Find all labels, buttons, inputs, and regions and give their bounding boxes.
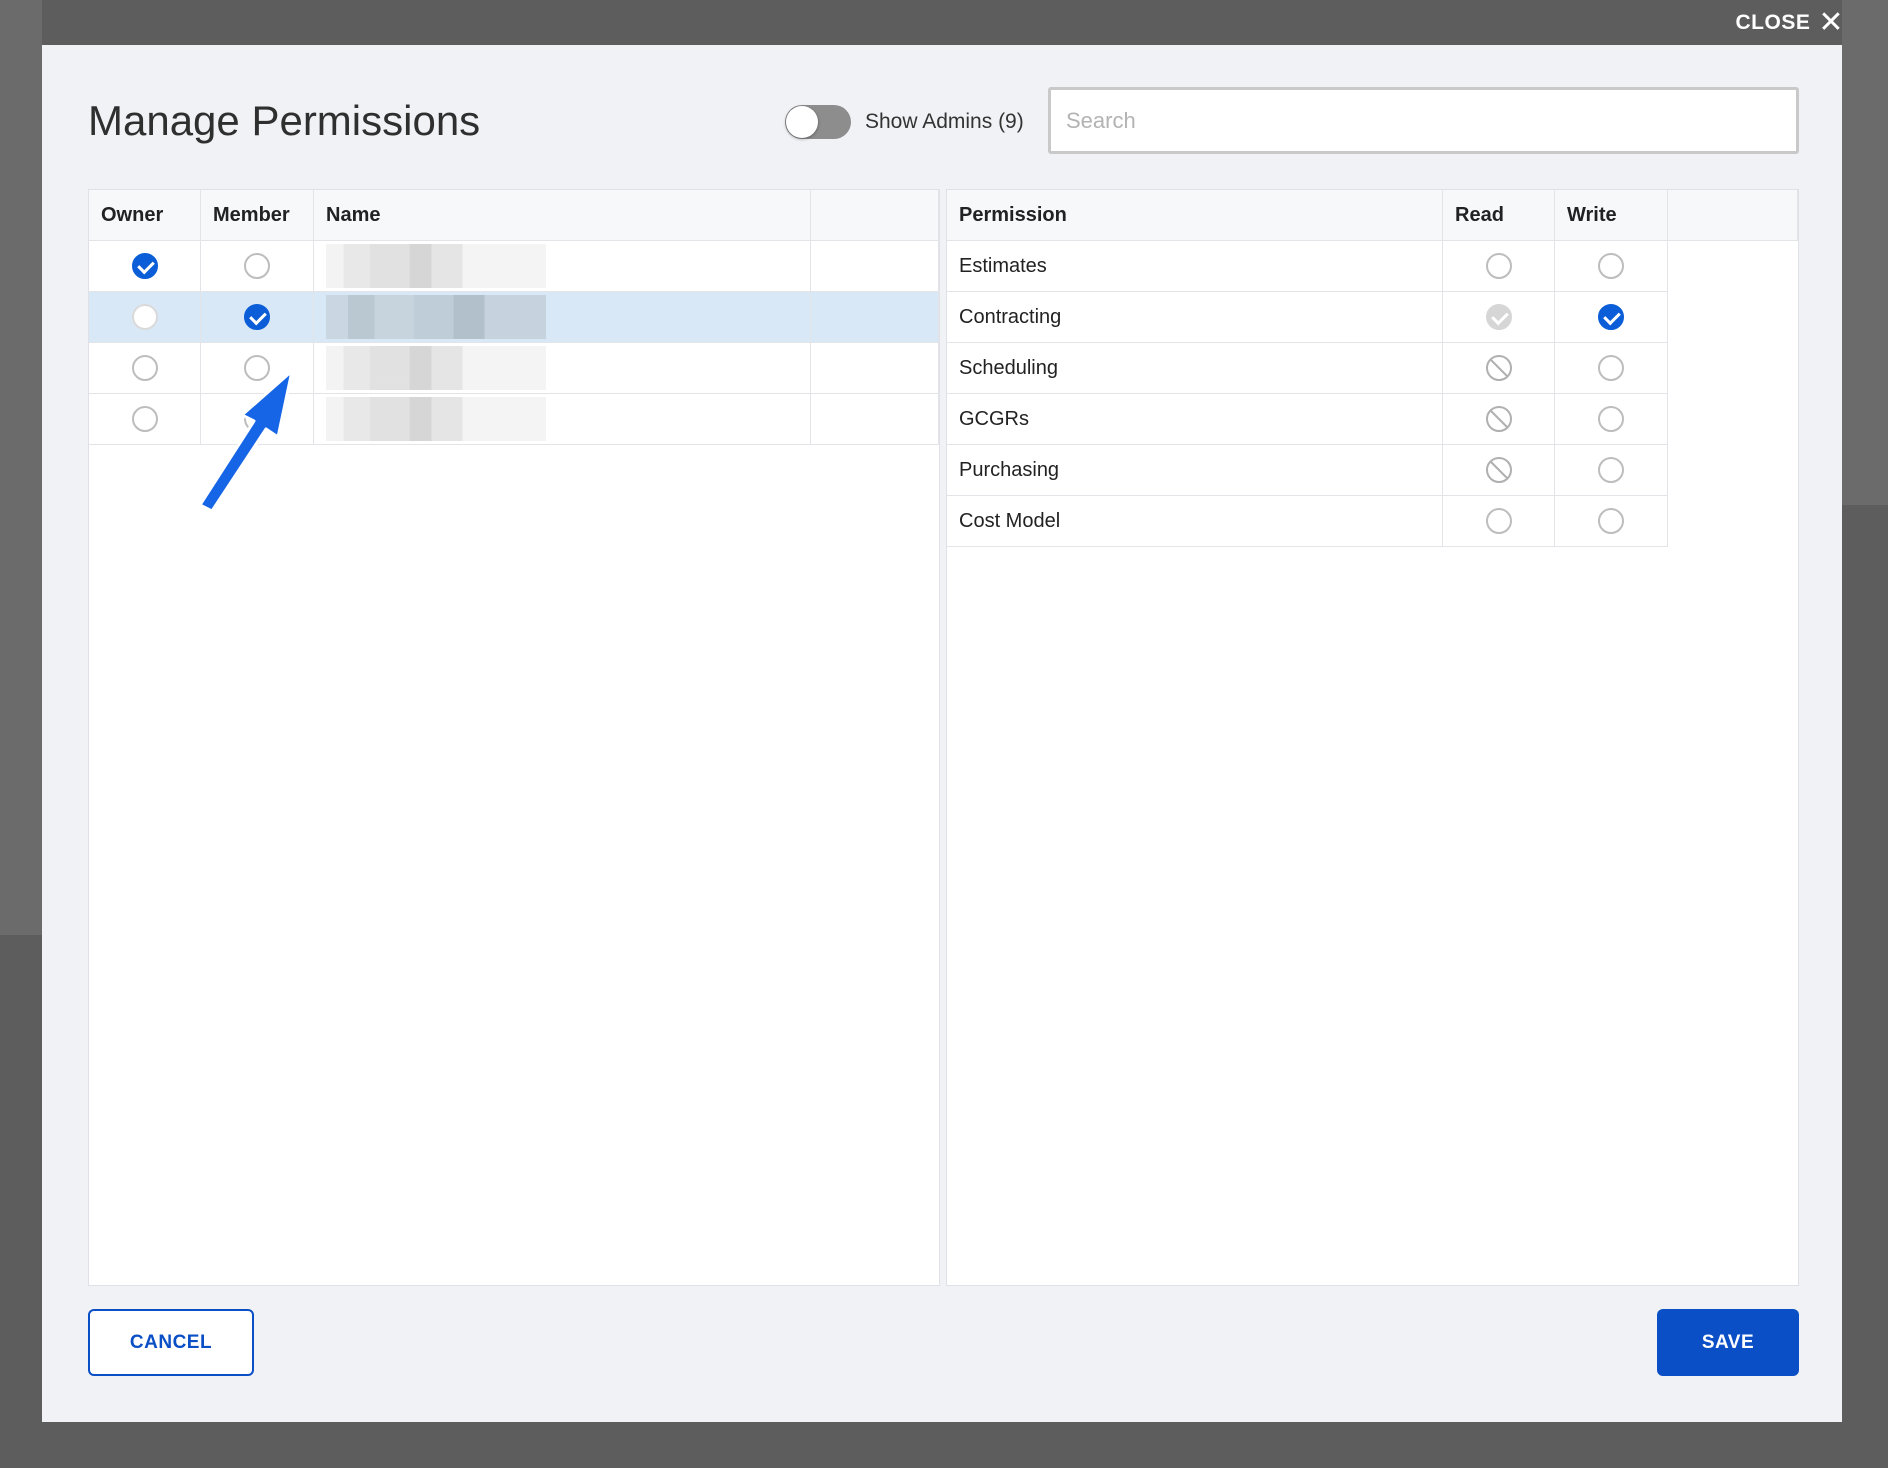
permission-name: Estimates (947, 241, 1443, 292)
redacted-name (326, 397, 546, 441)
owner-radio[interactable] (131, 253, 158, 279)
read-radio[interactable] (1485, 508, 1512, 534)
column-header-name: Name (314, 190, 811, 241)
close-icon: ✕ (1818, 6, 1844, 39)
blocked-icon (1485, 457, 1512, 483)
members-panel: Owner Member Name (88, 189, 940, 1286)
blocked-icon (1485, 355, 1512, 381)
member-radio[interactable] (244, 355, 270, 381)
column-header-member: Member (201, 190, 314, 241)
column-header-spacer (811, 190, 939, 241)
member-radio[interactable] (244, 406, 270, 432)
read-radio[interactable] (1485, 253, 1512, 279)
dialog-title: Manage Permissions (88, 97, 481, 144)
column-header-write: Write (1555, 190, 1668, 241)
column-header-owner: Owner (89, 190, 201, 241)
close-button[interactable]: CLOSE ✕ (1736, 8, 1844, 38)
permissions-table: Permission Read Write Estimates Contract… (947, 190, 1798, 547)
redacted-name (326, 244, 546, 288)
redacted-name (326, 295, 546, 339)
toggle-knob (786, 106, 818, 138)
column-header-read: Read (1443, 190, 1555, 241)
permission-name: GCGRs (947, 394, 1443, 445)
manage-permissions-dialog: Manage Permissions Show Admins (9) Owner… (42, 45, 1842, 1422)
write-radio[interactable] (1598, 304, 1624, 330)
permission-name: Purchasing (947, 445, 1443, 496)
write-radio[interactable] (1598, 253, 1624, 279)
save-button[interactable]: SAVE (1657, 1309, 1799, 1376)
cancel-button[interactable]: CANCEL (88, 1309, 254, 1376)
write-radio[interactable] (1598, 406, 1624, 432)
member-radio[interactable] (244, 253, 270, 279)
write-radio[interactable] (1598, 355, 1624, 381)
show-admins-label: Show Admins (9) (865, 110, 1024, 133)
members-table: Owner Member Name (89, 190, 939, 445)
permission-name: Cost Model (947, 496, 1443, 547)
owner-radio[interactable] (131, 406, 158, 432)
show-admins-toggle-group: Show Admins (9) (785, 105, 1024, 139)
column-header-spacer (1668, 190, 1798, 241)
owner-radio[interactable] (131, 355, 158, 381)
search-input[interactable] (1048, 87, 1799, 154)
owner-radio[interactable] (131, 304, 158, 330)
blocked-icon (1485, 406, 1512, 432)
permission-name: Scheduling (947, 343, 1443, 394)
read-radio (1485, 304, 1512, 330)
member-radio[interactable] (244, 304, 270, 330)
redacted-name (326, 346, 546, 390)
close-label: CLOSE (1735, 11, 1811, 34)
column-header-permission: Permission (947, 190, 1443, 241)
show-admins-toggle[interactable] (785, 105, 851, 139)
background-page-left (0, 0, 42, 935)
write-radio[interactable] (1598, 508, 1624, 534)
permission-name: Contracting (947, 292, 1443, 343)
write-radio[interactable] (1598, 457, 1624, 483)
background-page-right (1842, 0, 1888, 505)
permissions-panel: Permission Read Write Estimates Contract… (946, 189, 1799, 1286)
